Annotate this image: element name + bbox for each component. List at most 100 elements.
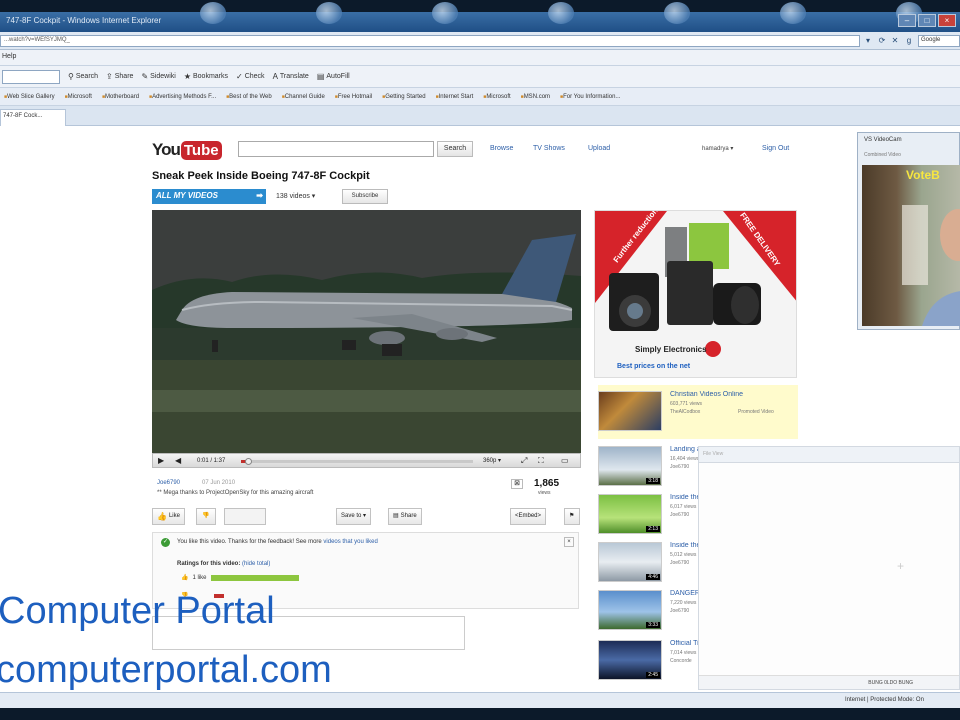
taskbar-orb-icon[interactable]	[432, 2, 458, 24]
menu-help[interactable]: Help	[2, 53, 16, 60]
video-count-dropdown[interactable]: 138 videos ▾	[276, 192, 315, 200]
search-icon: ⚲	[68, 72, 74, 81]
favorite-link[interactable]: For You Information...	[560, 94, 620, 100]
all-my-videos-button[interactable]: ALL MY VIDEOS ➡	[152, 189, 266, 204]
video-thumbnail[interactable]: 2:45	[598, 640, 662, 680]
favorite-link[interactable]: Web Slice Gallery	[4, 94, 55, 100]
favorite-link[interactable]: Best of the Web	[226, 94, 272, 100]
screen: 747-8F Cockpit - Windows Internet Explor…	[0, 0, 960, 720]
taskbar-orb-icon[interactable]	[780, 2, 806, 24]
video-thumbnail[interactable]: 4:46	[598, 542, 662, 582]
flag-icon[interactable]: ⚑	[564, 508, 580, 525]
toolbar-search-input[interactable]	[2, 69, 60, 84]
save-to-button[interactable]: Save to ▾	[336, 508, 372, 525]
close-button[interactable]: ×	[938, 14, 956, 27]
sidewiki-icon: ✎	[141, 72, 149, 81]
overlay-footer: BUNG 0LDO BUNG	[699, 675, 959, 689]
related-video-user[interactable]: Joe6790	[670, 560, 689, 566]
webcam-window[interactable]: VS VideoCam Combined Video VoteB	[857, 132, 960, 330]
related-video-user[interactable]: Joe6790	[670, 608, 689, 614]
expand-icon[interactable]: ⛶	[538, 456, 544, 466]
minimize-button[interactable]: –	[898, 14, 916, 27]
taskbar-orb-icon[interactable]	[664, 2, 690, 24]
view-count-label: views	[538, 490, 551, 496]
quality-selector[interactable]: 360p ▾	[483, 456, 501, 466]
favorite-link[interactable]: Microsoft	[65, 94, 92, 100]
tab-current[interactable]: 747-8F Cock...	[0, 109, 66, 126]
stop-icon[interactable]: ✕	[890, 36, 900, 46]
youtube-search-input[interactable]	[238, 141, 434, 157]
share-button[interactable]: ▤ Share	[388, 508, 422, 525]
nav-browse[interactable]: Browse	[490, 145, 513, 152]
toolbar-check-button[interactable]: ✓ Check	[236, 72, 265, 81]
taskbar-orb-icon[interactable]	[548, 2, 574, 24]
favorite-link[interactable]: MSN.com	[521, 94, 550, 100]
flag-button[interactable]	[224, 508, 266, 525]
dropdown-arrow-icon[interactable]: ▾	[863, 36, 873, 46]
toolbar-sidewiki-button[interactable]: ✎ Sidewiki	[141, 72, 175, 81]
favorite-link[interactable]: Advertising Methods F...	[149, 94, 216, 100]
overlay-window[interactable]: File View + BUNG 0LDO BUNG	[698, 446, 960, 690]
url-input[interactable]: ...watch?v=WEfSYJMQ_	[0, 35, 860, 47]
ad-tagline: Best prices on the net	[617, 363, 691, 370]
favorite-link[interactable]: Internet Start	[436, 94, 474, 100]
plus-icon[interactable]: +	[897, 559, 904, 573]
favorite-link[interactable]: Microsoft	[483, 94, 510, 100]
user-menu[interactable]: hamadrya ▾	[702, 145, 733, 152]
video-thumbnail[interactable]: 3:18	[598, 446, 662, 486]
progress-bar[interactable]	[241, 458, 473, 465]
related-video-user[interactable]: TheAlCodbox	[670, 409, 700, 415]
hide-total-link[interactable]: (hide total)	[242, 561, 270, 567]
youtube-logo[interactable]: You Tube	[152, 138, 222, 162]
liked-videos-link[interactable]: videos that you liked	[323, 539, 377, 545]
related-video-user[interactable]: Joe6790	[670, 464, 689, 470]
related-video-views: 7,014 views	[670, 650, 697, 656]
refresh-icon[interactable]: ⟳	[877, 36, 887, 46]
youtube-search-button[interactable]: Search	[437, 141, 473, 157]
uploader-link[interactable]: Joe6790	[157, 480, 180, 486]
thumbs-down-icon: 👎	[202, 513, 210, 519]
toolbar-translate-button[interactable]: A Translate	[273, 72, 309, 81]
fullscreen-icon[interactable]: ▭	[561, 456, 569, 466]
sign-out-link[interactable]: Sign Out	[762, 145, 789, 152]
search-input[interactable]: Google	[918, 35, 960, 47]
video-thumbnail[interactable]	[598, 391, 662, 431]
related-video-user[interactable]: Joe6790	[670, 512, 689, 518]
favorite-link[interactable]: Getting Started	[382, 94, 425, 100]
taskbar-orb-icon[interactable]	[316, 2, 342, 24]
favorite-link[interactable]: Free Hotmail	[335, 94, 372, 100]
dislike-button[interactable]: 👎	[196, 508, 216, 525]
toolbar-search-button[interactable]: ⚲ Search	[68, 72, 98, 81]
time-display: 0:01 / 1:37	[197, 458, 226, 464]
ad-banner[interactable]: Further reductions FREE DELIVERY Simply …	[594, 210, 797, 378]
related-video[interactable]: Christian Videos Online 603,771 views Th…	[598, 385, 798, 439]
maximize-button[interactable]: □	[918, 14, 936, 27]
volume-icon[interactable]: ◀	[175, 456, 181, 466]
progress-handle[interactable]	[244, 458, 252, 465]
embed-button[interactable]: <Embed>	[510, 508, 547, 525]
toolbar-share-button[interactable]: ⇪ Share	[106, 72, 133, 81]
close-icon[interactable]: ×	[564, 537, 574, 547]
video-controls: ▶ ◀ 0:01 / 1:37 360p ▾ ⤢ ⛶ ▭	[152, 453, 581, 468]
related-video-title[interactable]: Christian Videos Online	[670, 391, 794, 398]
popout-icon[interactable]: ⤢	[521, 456, 527, 466]
expand-icon[interactable]: ⊠	[511, 479, 523, 489]
favorite-link[interactable]: Motherboard	[102, 94, 139, 100]
nav-upload[interactable]: Upload	[588, 145, 610, 152]
upload-date: 07 Jun 2010	[202, 480, 236, 486]
video-player[interactable]	[152, 210, 581, 453]
related-video-user[interactable]: Concorde	[670, 658, 692, 664]
video-thumbnail[interactable]: 2:13	[598, 494, 662, 534]
play-icon[interactable]: ▶	[158, 456, 164, 466]
like-button[interactable]: 👍 Like	[152, 508, 185, 525]
toolbar-bookmarks-button[interactable]: ★ Bookmarks	[184, 72, 228, 81]
taskbar-orb-icon[interactable]	[200, 2, 226, 24]
nav-tv-shows[interactable]: TV Shows	[533, 145, 565, 152]
video-thumbnail[interactable]: 3:33	[598, 590, 662, 630]
favorite-link[interactable]: Channel Guide	[282, 94, 325, 100]
overlay-title-bar[interactable]: File View	[699, 447, 959, 463]
subscribe-button[interactable]: Subscribe	[342, 189, 388, 204]
google-icon: g	[906, 36, 912, 45]
toolbar-autofill-button[interactable]: ▤ AutoFill	[317, 72, 350, 81]
security-zone[interactable]: Internet | Protected Mode: On	[845, 697, 924, 703]
